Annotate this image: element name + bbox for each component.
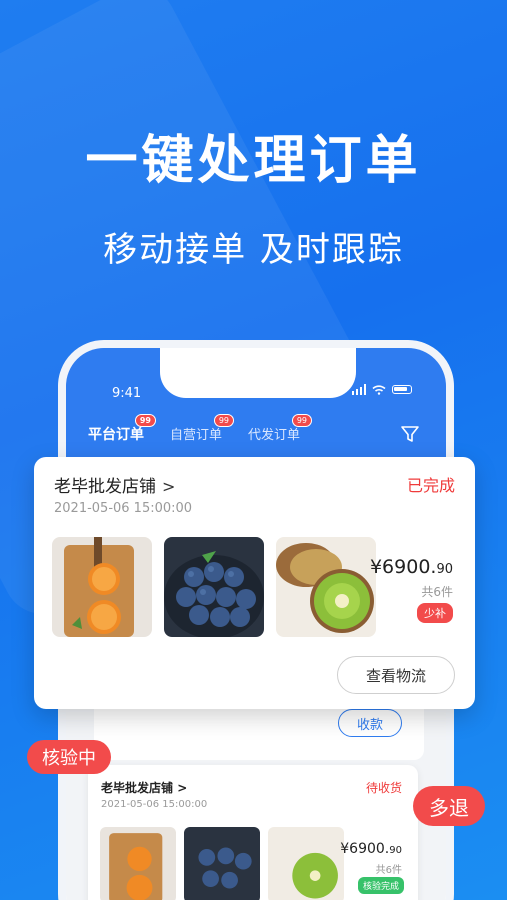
order-price: ¥6900.90	[370, 556, 453, 578]
price-integer: ¥6900.	[369, 556, 437, 578]
refund-badge: 多退	[413, 786, 485, 826]
chevron-right-icon: >	[162, 477, 176, 496]
phone-notch	[160, 348, 356, 398]
promo-headline: 一键处理订单	[85, 131, 422, 191]
shop-name: 老毕批发店铺	[54, 477, 156, 497]
battery-icon	[392, 385, 412, 394]
product-image-kiwi[interactable]	[268, 827, 344, 900]
order-card-2: 老毕批发店铺 > 待收货 2021-05-06 15:00:00 ¥6900.9…	[88, 765, 418, 900]
wifi-icon	[372, 384, 386, 395]
shop-link[interactable]: 老毕批发店铺 >	[101, 779, 187, 796]
promo-subline: 移动接单 及时跟踪	[103, 230, 404, 270]
tab-self-orders[interactable]: 自营订单 99	[170, 414, 235, 444]
shop-link[interactable]: 老毕批发店铺 >	[54, 472, 175, 497]
order-status: 已完成	[406, 476, 455, 495]
order-price: ¥6900.90	[340, 841, 402, 857]
view-logistics-button[interactable]: 查看物流	[337, 656, 455, 694]
product-image-orange[interactable]	[100, 827, 176, 900]
tab-count-badge: 99	[291, 414, 313, 427]
order-card: 老毕批发店铺 > 已完成 2021-05-06 15:00:00 ¥6900.9…	[34, 457, 475, 709]
status-icons	[351, 384, 412, 395]
product-image-blueberry[interactable]	[184, 827, 260, 900]
filter-icon[interactable]	[400, 424, 420, 444]
product-image-kiwi[interactable]	[276, 537, 376, 637]
receive-payment-button[interactable]: 收款	[338, 709, 402, 737]
order-datetime: 2021-05-06 15:00:00	[54, 501, 193, 516]
tab-count-badge: 99	[213, 414, 235, 427]
tab-label: 平台订单	[88, 427, 144, 443]
order-quantity: 共6件	[421, 585, 453, 599]
price-integer: ¥6900.	[340, 841, 390, 857]
price-decimal: 90	[436, 562, 453, 577]
tab-dropship-orders[interactable]: 代发订单 99	[248, 414, 313, 444]
chevron-right-icon: >	[173, 781, 188, 795]
verifying-badge: 核验中	[27, 740, 111, 774]
order-quantity: 共6件	[375, 865, 402, 876]
verified-tag: 核验完成	[357, 877, 404, 894]
shop-name: 老毕批发店铺	[101, 781, 174, 795]
tab-label: 自营订单	[170, 428, 223, 443]
status-time: 9:41	[112, 386, 142, 401]
signal-icon	[351, 384, 366, 395]
order-datetime: 2021-05-06 15:00:00	[101, 799, 208, 810]
tab-count-badge: 99	[134, 414, 156, 427]
product-image-blueberry[interactable]	[164, 537, 264, 637]
price-decimal: 90	[389, 845, 402, 856]
order-tabs: 平台订单 99 自营订单 99 代发订单 99	[88, 414, 313, 444]
product-image-orange[interactable]	[52, 537, 152, 637]
order-status: 待收货	[365, 781, 402, 795]
tab-label: 代发订单	[248, 428, 301, 443]
app-header: 9:41 平台订单 99 自营订单 99 代发订单 99	[66, 348, 446, 472]
short-supply-tag: 少补	[417, 603, 453, 623]
tab-platform-orders[interactable]: 平台订单 99	[88, 414, 156, 444]
